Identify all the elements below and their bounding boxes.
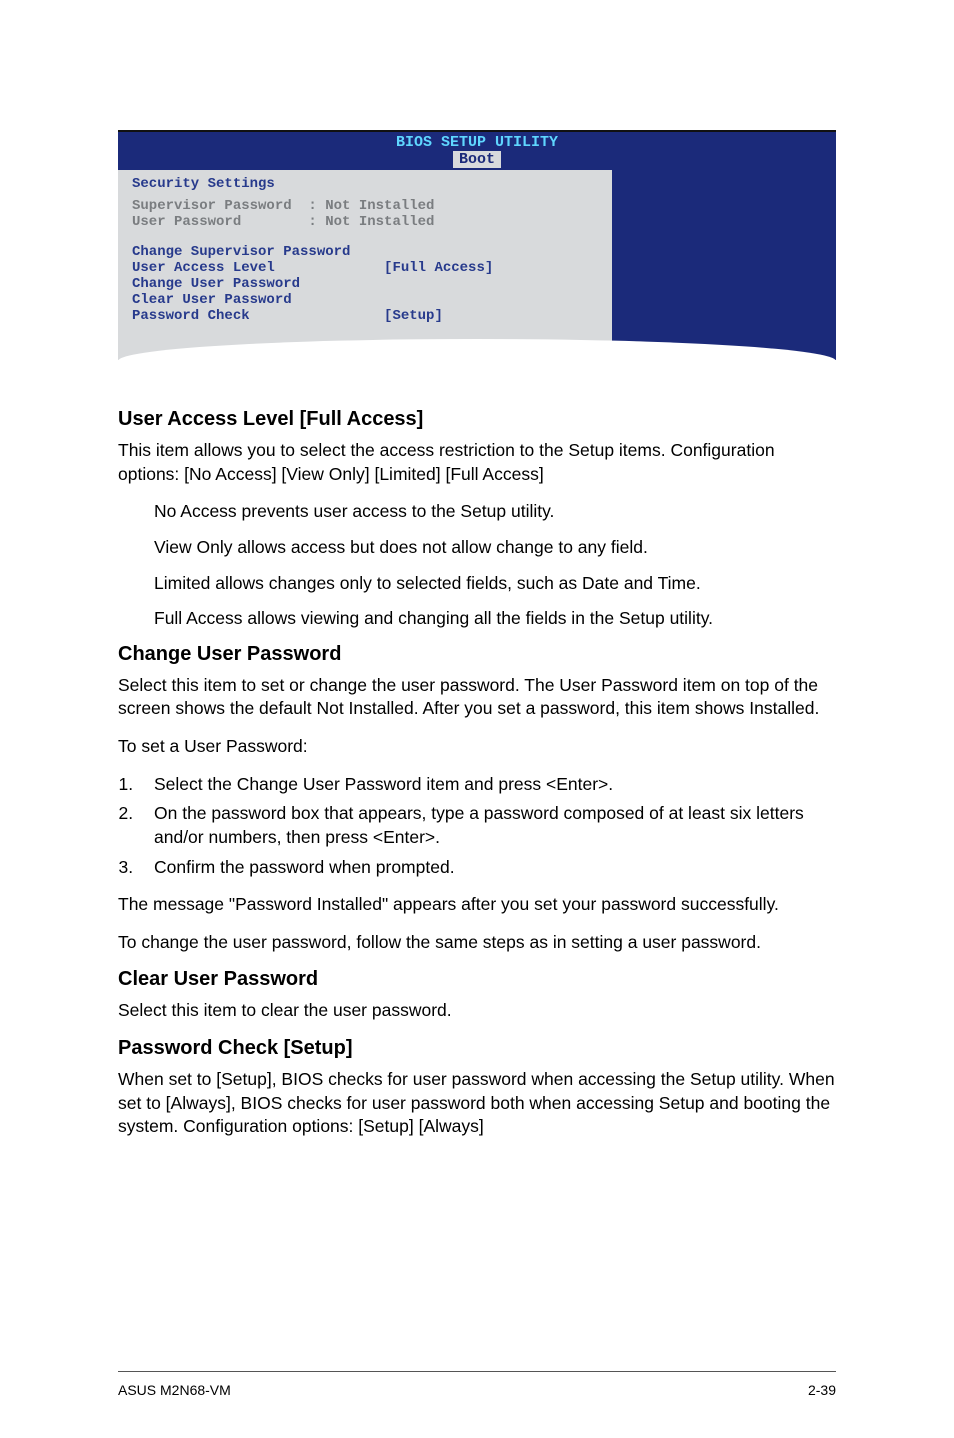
heading-password-check: Password Check [Setup]	[118, 1037, 836, 1060]
paragraph: To change the user password, follow the …	[118, 931, 836, 955]
bios-item-clear-user: Clear User Password	[132, 292, 600, 308]
page: BIOS SETUP UTILITY Boot Security Setting…	[0, 0, 954, 1438]
bios-tab-row: Boot	[118, 151, 836, 168]
bios-screenshot: BIOS SETUP UTILITY Boot Security Setting…	[118, 130, 836, 360]
bios-tab-boot: Boot	[453, 151, 501, 168]
paragraph: Select this item to clear the user passw…	[118, 999, 836, 1023]
bios-item-user-access: User Access Level [Full Access]	[132, 260, 600, 276]
bios-item-change-supervisor: Change Supervisor Password	[132, 244, 600, 260]
list-item: Confirm the password when prompted.	[138, 856, 836, 880]
heading-clear-user-password: Clear User Password	[118, 968, 836, 991]
page-footer: ASUS M2N68-VM 2-39	[118, 1371, 836, 1398]
paragraph: This item allows you to select the acces…	[118, 439, 836, 486]
list-item: On the password box that appears, type a…	[138, 802, 836, 849]
bios-item-password-check: Password Check [Setup]	[132, 308, 600, 324]
list-item: Select the Change User Password item and…	[138, 773, 836, 797]
paragraph: The message "Password Installed" appears…	[118, 893, 836, 917]
bios-left-panel: Security Settings Supervisor Password : …	[118, 170, 612, 360]
spacer	[132, 230, 600, 244]
paragraph: No Access prevents user access to the Se…	[154, 500, 836, 524]
bios-item-change-user: Change User Password	[132, 276, 600, 292]
paragraph: To set a User Password:	[118, 735, 836, 759]
bios-section-header: Security Settings	[132, 176, 600, 192]
heading-user-access-level: User Access Level [Full Access]	[118, 408, 836, 431]
bios-status-supervisor: Supervisor Password : Not Installed	[132, 198, 600, 214]
paragraph: When set to [Setup], BIOS checks for use…	[118, 1068, 836, 1139]
footer-left: ASUS M2N68-VM	[118, 1382, 231, 1398]
bios-title-text: BIOS SETUP UTILITY	[396, 134, 558, 151]
bios-titlebar: BIOS SETUP UTILITY Boot	[118, 132, 836, 170]
heading-change-user-password: Change User Password	[118, 643, 836, 666]
footer-right: 2-39	[808, 1382, 836, 1398]
paragraph: Limited allows changes only to selected …	[154, 572, 836, 596]
paragraph: Full Access allows viewing and changing …	[154, 607, 836, 631]
paragraph: Select this item to set or change the us…	[118, 674, 836, 721]
ordered-list: Select the Change User Password item and…	[118, 773, 836, 880]
paragraph: View Only allows access but does not all…	[154, 536, 836, 560]
bios-status-user: User Password : Not Installed	[132, 214, 600, 230]
indented-block: No Access prevents user access to the Se…	[118, 500, 836, 631]
bios-right-panel	[612, 170, 836, 360]
bios-body: Security Settings Supervisor Password : …	[118, 170, 836, 360]
